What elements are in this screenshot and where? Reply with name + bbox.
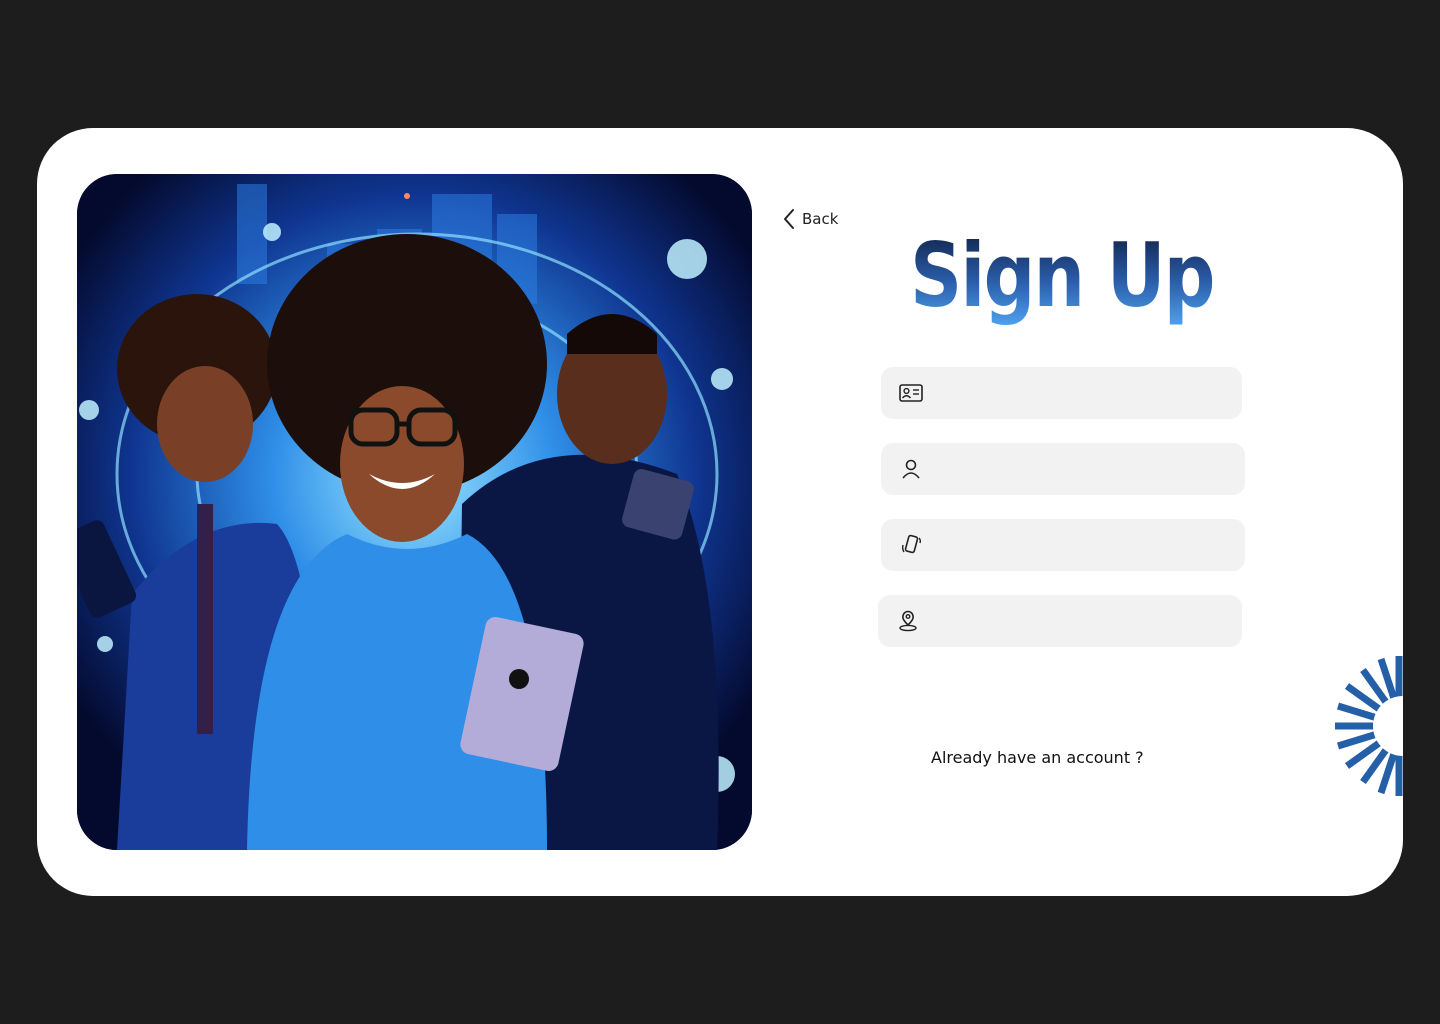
hero-image [77, 174, 752, 850]
user-icon [899, 457, 923, 481]
login-link[interactable]: Already have an account ? [931, 748, 1144, 767]
hero-illustration [77, 174, 752, 850]
location-pin-icon [896, 609, 920, 633]
signup-card: Back Sign Up Already have an account ? [37, 128, 1403, 896]
name-input[interactable] [923, 443, 1245, 495]
name-field[interactable] [881, 443, 1245, 495]
location-input[interactable] [920, 595, 1242, 647]
phone-icon [899, 533, 923, 557]
phone-field[interactable] [881, 519, 1245, 571]
location-field[interactable] [878, 595, 1242, 647]
sunburst-decoration [1335, 656, 1403, 796]
back-label: Back [802, 210, 839, 228]
chevron-left-icon [784, 209, 794, 229]
id-card-icon [899, 381, 923, 405]
phone-input[interactable] [923, 519, 1245, 571]
back-button[interactable]: Back [782, 208, 838, 230]
page-title: Sign Up [894, 224, 1230, 327]
id-input[interactable] [923, 367, 1242, 419]
id-card-field[interactable] [881, 367, 1242, 419]
